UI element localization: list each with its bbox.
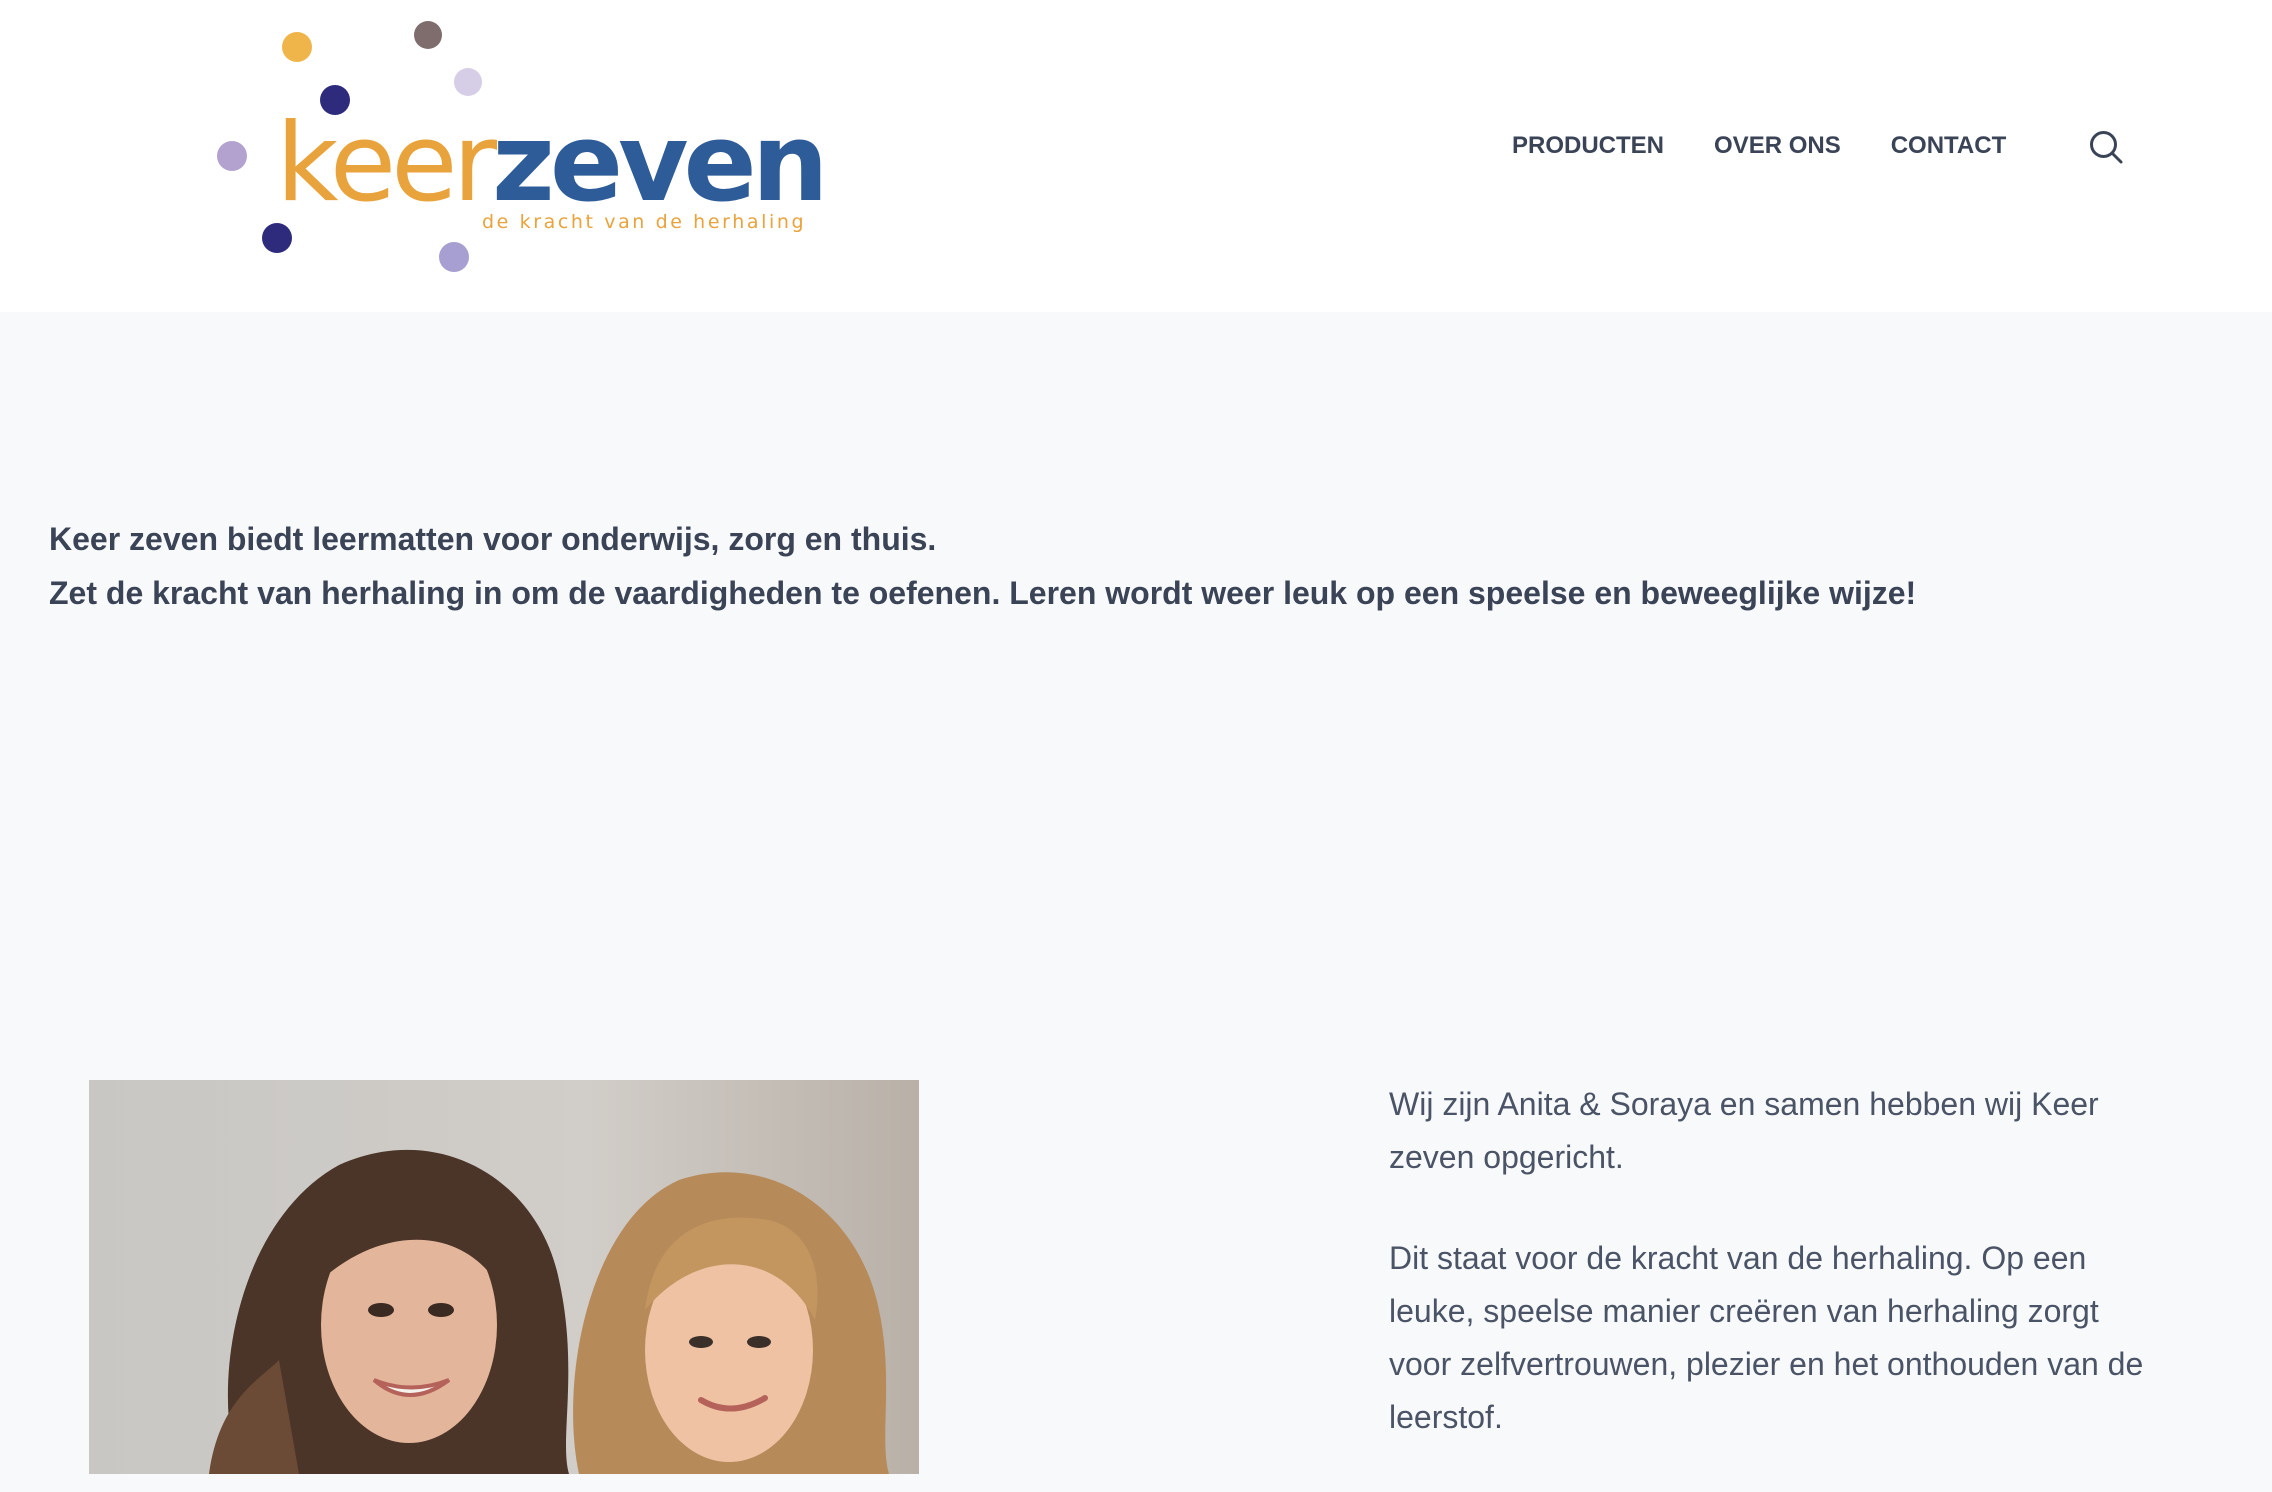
- intro-line-1: Keer zeven biedt leermatten voor onderwi…: [49, 521, 937, 557]
- nav-item-producten[interactable]: PRODUCTEN: [1512, 132, 1664, 160]
- logo-dot: [217, 141, 247, 171]
- about-text: Wij zijn Anita & Soraya en samen hebben …: [1389, 1078, 2149, 1492]
- search-icon[interactable]: [2088, 129, 2124, 165]
- about-paragraph-2: Dit staat voor de kracht van de herhalin…: [1389, 1240, 2144, 1435]
- nav-item-contact[interactable]: CONTACT: [1891, 132, 2007, 160]
- logo-wordmark: keerzeven: [276, 110, 829, 218]
- logo-dot: [262, 223, 292, 253]
- intro-line-2: Zet de kracht van herhaling in om de vaa…: [49, 575, 1917, 611]
- logo-word-zeven: zeven: [492, 101, 829, 226]
- nav-item-over-ons[interactable]: OVER ONS: [1714, 132, 1841, 160]
- logo-dot: [454, 68, 482, 96]
- main-nav: PRODUCTEN OVER ONS CONTACT: [1512, 128, 2006, 164]
- logo-dot: [414, 21, 442, 49]
- about-paragraph-1: Wij zijn Anita & Soraya en samen hebben …: [1389, 1086, 2099, 1175]
- logo-word-keer: keer: [276, 101, 497, 226]
- intro-section: Keer zeven biedt leermatten voor onderwi…: [49, 512, 2149, 620]
- logo-tagline: de kracht van de herhaling: [482, 211, 807, 233]
- logo-dot: [439, 242, 469, 272]
- team-photo: [89, 1080, 919, 1474]
- logo-dot: [282, 32, 312, 62]
- site-header: keerzeven de kracht van de herhaling PRO…: [0, 0, 2272, 312]
- site-logo[interactable]: keerzeven de kracht van de herhaling: [210, 18, 829, 278]
